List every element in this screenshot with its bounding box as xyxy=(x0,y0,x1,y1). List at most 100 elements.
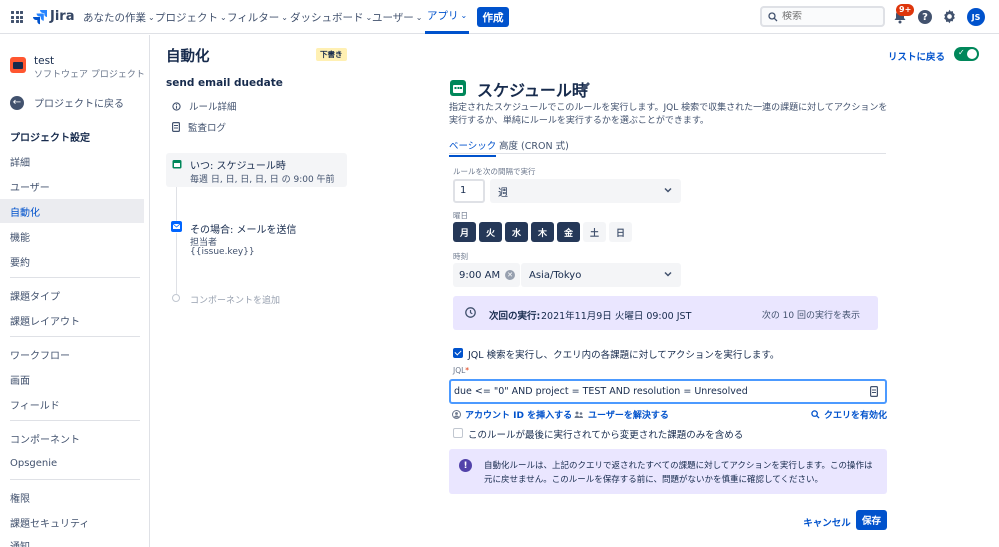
document-icon[interactable] xyxy=(870,386,878,397)
sidebar-item-summary[interactable]: 要約 xyxy=(0,249,144,273)
sidebar-divider xyxy=(10,336,140,337)
product-name[interactable]: Jira xyxy=(50,9,74,24)
chevron-down-icon: ⌄ xyxy=(220,12,227,22)
day-monday[interactable]: 月 xyxy=(453,222,476,242)
run-jql-label: JQL 検索を実行し、クエリ内の各課題に対してアクションを実行します。 xyxy=(468,350,780,361)
sidebar-divider xyxy=(10,479,140,480)
notification-count-badge: 9+ xyxy=(896,4,915,16)
sidebar-item-automation[interactable]: 自動化 xyxy=(0,199,144,223)
project-sidebar: test ソフトウェア プロジェクト ← プロジェクトに戻る プロジェクト設定 … xyxy=(0,35,150,547)
sidebar-item-issue-types[interactable]: 課題タイプ xyxy=(0,283,144,307)
menu-apps[interactable]: アプリ ⌄ xyxy=(425,0,470,34)
add-component-link[interactable]: コンポーネントを追加 xyxy=(190,293,280,306)
tab-basic[interactable]: ベーシック xyxy=(449,138,497,157)
time-picker[interactable]: 9:00 AM ✕ xyxy=(453,263,520,287)
day-thursday[interactable]: 木 xyxy=(531,222,554,242)
add-component-dot xyxy=(172,294,180,302)
required-marker: * xyxy=(465,366,470,375)
search-box[interactable] xyxy=(760,6,885,27)
rule-editor: 自動化 下書き send email duedate ルール詳細 監査ログ いつ… xyxy=(150,35,999,547)
sidebar-item-people[interactable]: ユーザー xyxy=(0,174,144,198)
cancel-button[interactable]: キャンセル xyxy=(802,512,852,532)
run-jql-checkbox[interactable] xyxy=(453,348,463,358)
menu-dashboards[interactable]: ダッシュボード ⌄ xyxy=(290,0,372,34)
show-next-runs-link[interactable]: 次の 10 回の実行を表示 xyxy=(762,308,860,321)
user-icon xyxy=(452,410,461,419)
project-avatar-icon xyxy=(10,57,26,73)
sidebar-item-details[interactable]: 詳細 xyxy=(0,149,144,173)
timezone-select[interactable]: Asia/Tokyo xyxy=(521,263,681,287)
changed-only-checkbox[interactable] xyxy=(453,428,463,438)
menu-filters[interactable]: フィルター ⌄ xyxy=(227,0,288,34)
back-to-list-link[interactable]: リストに戻る xyxy=(888,49,945,63)
clock-icon xyxy=(465,307,476,318)
app-switcher-icon[interactable] xyxy=(11,11,23,23)
sidebar-divider xyxy=(10,420,140,421)
settings-gear-icon[interactable] xyxy=(942,9,957,24)
user-avatar[interactable]: JS xyxy=(967,8,985,26)
chevron-down-icon: ⌄ xyxy=(148,12,155,22)
trigger-component[interactable]: いつ: スケジュール時 毎週 日, 日, 日, 日, 日 の 9:00 午前 xyxy=(166,153,347,187)
jira-logo-icon[interactable] xyxy=(32,9,48,25)
sidebar-divider xyxy=(10,277,140,278)
clear-icon[interactable]: ✕ xyxy=(505,270,515,280)
validate-query-link[interactable]: クエリを有効化 xyxy=(811,408,887,421)
schedule-description: 指定されたスケジュールでこのルールを実行します。JQL 検索で収集された一連の課… xyxy=(449,103,888,126)
document-icon xyxy=(172,122,180,132)
chevron-down-icon xyxy=(664,271,672,277)
search-input[interactable] xyxy=(782,11,872,22)
save-button[interactable]: 保存 xyxy=(856,510,887,530)
sidebar-item-permissions[interactable]: 権限 xyxy=(0,485,144,509)
sidebar-item-notifications[interactable]: 通知 xyxy=(0,534,144,547)
interval-number-input[interactable]: 1 xyxy=(453,179,485,203)
day-saturday[interactable]: 土 xyxy=(583,222,606,242)
sidebar-item-components[interactable]: コンポーネント xyxy=(0,426,144,450)
sidebar-item-opsgenie[interactable]: Opsgenie xyxy=(0,451,144,475)
page-title: 自動化 xyxy=(166,49,210,65)
sidebar-item-fields[interactable]: フィールド xyxy=(0,392,144,416)
pencil-edit-icon[interactable] xyxy=(580,81,591,92)
top-navigation: Jira あなたの作業 ⌄ プロジェクト ⌄ フィルター ⌄ ダッシュボード ⌄ ユーザ… xyxy=(0,0,999,34)
menu-your-work[interactable]: あなたの作業 ⌄ xyxy=(83,0,155,34)
rule-enabled-toggle[interactable]: ✓ xyxy=(954,47,979,61)
info-icon xyxy=(172,101,181,111)
next-run-banner: 次回の実行: 2021年11月9日 火曜日 09:00 JST 次の 10 回の… xyxy=(453,296,878,330)
email-icon xyxy=(171,221,182,232)
menu-people[interactable]: ユーザー ⌄ xyxy=(372,0,423,34)
help-icon[interactable]: ? xyxy=(918,10,932,24)
sidebar-item-screens[interactable]: 画面 xyxy=(0,367,144,391)
create-button[interactable]: 作成 xyxy=(477,7,509,27)
time-label: 時刻 xyxy=(453,252,468,261)
rule-details-link[interactable]: ルール詳細 xyxy=(172,99,237,113)
day-sunday[interactable]: 日 xyxy=(609,222,632,242)
sidebar-item-issue-layout[interactable]: 課題レイアウト xyxy=(0,308,144,332)
day-tuesday[interactable]: 火 xyxy=(479,222,502,242)
interval-unit-select[interactable]: 週 xyxy=(490,179,681,203)
insert-account-id-link[interactable]: アカウント ID を挿入する xyxy=(452,408,572,421)
warning-banner: ! 自動化ルールは、上記のクエリで返されたすべての課題に対してアクションを実行し… xyxy=(449,449,887,494)
audit-log-link[interactable]: 監査ログ xyxy=(172,120,226,134)
day-friday[interactable]: 金 xyxy=(557,222,580,242)
trigger-summary: 毎週 日, 日, 日, 日, 日 の 9:00 午前 xyxy=(190,175,335,185)
tab-advanced-cron[interactable]: 高度 (CRON 式) xyxy=(499,138,569,152)
settings-section-title: プロジェクト設定 xyxy=(10,133,90,144)
resolve-user-link[interactable]: ユーザーを解決する xyxy=(574,408,669,421)
arrow-left-icon: ← xyxy=(10,95,24,110)
changed-only-label: このルールが最後に実行されてから変更された課題のみを含める xyxy=(468,430,744,441)
menu-projects[interactable]: プロジェクト ⌄ xyxy=(155,0,227,34)
next-run-value: 2021年11月9日 火曜日 09:00 JST xyxy=(541,311,692,322)
sidebar-item-issue-security[interactable]: 課題セキュリティ xyxy=(0,510,144,534)
day-wednesday[interactable]: 水 xyxy=(505,222,528,242)
warning-text: 自動化ルールは、上記のクエリで返されたすべての課題に対してアクションを実行します… xyxy=(484,461,873,485)
flow-connector xyxy=(176,187,177,221)
rule-name[interactable]: send email duedate xyxy=(166,77,283,89)
back-to-project-link[interactable]: ← プロジェクトに戻る xyxy=(10,95,124,110)
calendar-icon xyxy=(450,80,466,96)
sidebar-item-workflows[interactable]: ワークフロー xyxy=(0,342,144,366)
jql-label: JQL* xyxy=(453,366,470,375)
check-icon: ✓ xyxy=(958,48,965,57)
action-title[interactable]: その場合: メールを送信 xyxy=(190,221,297,236)
next-run-label: 次回の実行: xyxy=(489,311,541,322)
sidebar-item-features[interactable]: 機能 xyxy=(0,224,144,248)
jql-input[interactable]: due <= "0" AND project = TEST AND resolu… xyxy=(449,379,887,404)
